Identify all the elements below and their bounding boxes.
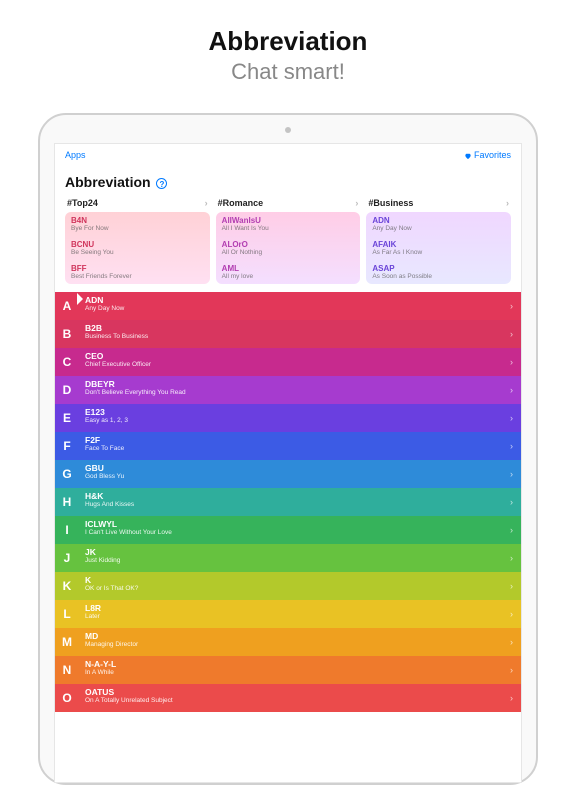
app-screen: Apps Favorites Abbreviation ? #Top24 › B4… (54, 143, 522, 783)
list-item[interactable]: ADNAny Day Now› (55, 292, 521, 320)
chevron-right-icon: › (510, 301, 513, 311)
chevron-right-icon: › (510, 581, 513, 591)
index-letter[interactable]: D (55, 376, 79, 404)
back-link[interactable]: Apps (65, 150, 86, 160)
device-frame: Apps Favorites Abbreviation ? #Top24 › B4… (38, 113, 538, 785)
list-item[interactable]: OATUSOn A Totally Unrelated Subject› (55, 684, 521, 712)
index-pointer-icon (77, 293, 83, 305)
category-item[interactable]: AMLAll my love (216, 260, 361, 284)
category-item[interactable]: AlIWanIsUAll I Want Is You (216, 212, 361, 236)
list-item[interactable]: L8RLater› (55, 600, 521, 628)
list-item[interactable]: JKJust Kidding› (55, 544, 521, 572)
index-letter[interactable]: J (55, 544, 79, 572)
index-letter[interactable]: A (55, 292, 79, 320)
category-title: #Top24 (67, 198, 98, 208)
index-letter[interactable]: B (55, 320, 79, 348)
index-letter[interactable]: F (55, 432, 79, 460)
category-item[interactable]: B4NBye For Now (65, 212, 210, 236)
list-item[interactable]: E123Easy as 1, 2, 3› (55, 404, 521, 432)
index-letter[interactable]: G (55, 460, 79, 488)
chevron-right-icon: › (510, 609, 513, 619)
alphabet-index[interactable]: A B C D E F G H I J K L M N O (55, 292, 79, 712)
chevron-right-icon: › (510, 665, 513, 675)
page-title-row: Abbreviation ? (55, 166, 521, 196)
list-item[interactable]: MDManaging Director› (55, 628, 521, 656)
list-item[interactable]: F2FFace To Face› (55, 432, 521, 460)
category-title: #Romance (218, 198, 264, 208)
alphabet-list: A B C D E F G H I J K L M N O ADNAny Day… (55, 292, 521, 712)
index-letter[interactable]: I (55, 516, 79, 544)
category-row: #Top24 › B4NBye For Now BCNUBe Seeing You… (55, 196, 521, 292)
chevron-right-icon: › (510, 385, 513, 395)
category-item[interactable]: ALOrOAll Or Nothing (216, 236, 361, 260)
chevron-right-icon: › (510, 357, 513, 367)
index-letter[interactable]: H (55, 488, 79, 516)
category-business[interactable]: #Business › ADNAny Day Now AFAIKAs Far As… (366, 196, 511, 284)
index-letter[interactable]: L (55, 600, 79, 628)
chevron-right-icon: › (510, 525, 513, 535)
category-item[interactable]: AFAIKAs Far As I Know (366, 236, 511, 260)
chevron-right-icon: › (510, 497, 513, 507)
chevron-right-icon: › (510, 469, 513, 479)
list-item[interactable]: ICLWYLI Can't Live Without Your Love› (55, 516, 521, 544)
list-item[interactable]: DBEYRDon't Believe Everything You Read› (55, 376, 521, 404)
category-item[interactable]: ADNAny Day Now (366, 212, 511, 236)
list-item[interactable]: GBUGod Bless Yu› (55, 460, 521, 488)
promo-header: Abbreviation Chat smart! (0, 26, 576, 85)
index-letter[interactable]: N (55, 656, 79, 684)
chevron-right-icon: › (510, 441, 513, 451)
index-letter[interactable]: E (55, 404, 79, 432)
list-item[interactable]: N-A-Y-LIn A While› (55, 656, 521, 684)
index-letter[interactable]: C (55, 348, 79, 376)
chevron-right-icon: › (510, 413, 513, 423)
category-item[interactable]: ASAPAs Soon as Possible (366, 260, 511, 284)
chevron-right-icon: › (510, 553, 513, 563)
favorites-link[interactable]: Favorites (464, 150, 511, 160)
heart-icon (464, 152, 472, 160)
chevron-right-icon: › (510, 637, 513, 647)
list-item[interactable]: B2BBusiness To Business› (55, 320, 521, 348)
chevron-right-icon: › (510, 693, 513, 703)
category-item[interactable]: BCNUBe Seeing You (65, 236, 210, 260)
index-letter[interactable]: M (55, 628, 79, 656)
list-item[interactable]: KOK or Is That OK?› (55, 572, 521, 600)
promo-title: Abbreviation (0, 26, 576, 57)
category-item[interactable]: BFFBest Friends Forever (65, 260, 210, 284)
list-item[interactable]: H&KHugs And Kisses› (55, 488, 521, 516)
chevron-right-icon: › (355, 198, 358, 208)
index-letter[interactable]: K (55, 572, 79, 600)
category-top24[interactable]: #Top24 › B4NBye For Now BCNUBe Seeing You… (65, 196, 210, 284)
info-icon[interactable]: ? (156, 178, 167, 189)
navbar: Apps Favorites (55, 144, 521, 166)
chevron-right-icon: › (506, 198, 509, 208)
category-romance[interactable]: #Romance › AlIWanIsUAll I Want Is You ALO… (216, 196, 361, 284)
list-item[interactable]: CEOChief Executive Officer› (55, 348, 521, 376)
category-title: #Business (368, 198, 413, 208)
index-letter[interactable]: O (55, 684, 79, 712)
favorites-label: Favorites (474, 150, 511, 160)
chevron-right-icon: › (205, 198, 208, 208)
page-title: Abbreviation (65, 174, 151, 190)
promo-subtitle: Chat smart! (0, 59, 576, 85)
chevron-right-icon: › (510, 329, 513, 339)
